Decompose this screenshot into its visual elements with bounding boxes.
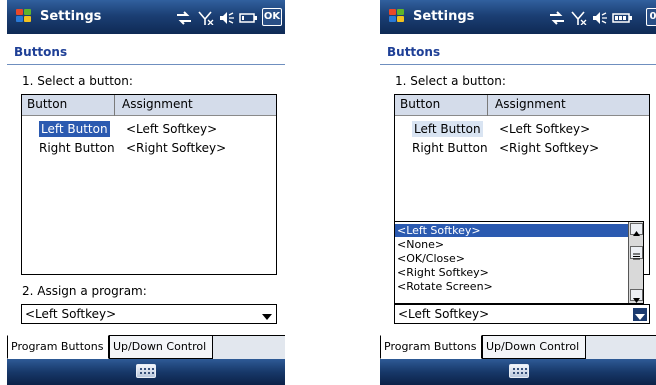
assign-program-label: 2. Assign a program: (22, 284, 147, 298)
chevron-down-icon[interactable] (633, 308, 647, 321)
windows-start-icon[interactable] (389, 9, 407, 25)
select-button-label: 1. Select a button: (395, 74, 506, 88)
row-assignment[interactable]: <Right Softkey> (126, 141, 226, 155)
volume-icon[interactable] (219, 10, 235, 24)
column-header-assignment[interactable]: Assignment (495, 97, 566, 111)
dropdown-scrollbar[interactable] (628, 222, 643, 303)
row-button-name[interactable]: Left Button (39, 121, 110, 137)
title-bar: Settings 0 (380, 0, 656, 34)
volume-icon[interactable] (592, 10, 608, 24)
column-header-button[interactable]: Button (27, 97, 67, 111)
dropdown-option[interactable]: <Rotate Screen> (395, 280, 645, 293)
dropdown-list[interactable]: <Left Softkey> <None> <OK/Close> <Right … (394, 221, 644, 304)
title-divider (380, 64, 656, 65)
row-assignment[interactable]: <Left Softkey> (499, 122, 590, 136)
column-header-assignment[interactable]: Assignment (122, 97, 193, 111)
ok-button[interactable]: OK (262, 8, 282, 26)
dropdown-option[interactable]: <Left Softkey> (395, 224, 628, 237)
column-separator[interactable] (114, 95, 115, 116)
column-header-button[interactable]: Button (400, 97, 440, 111)
window-title: Settings (40, 9, 102, 24)
signal-off-icon[interactable] (198, 10, 214, 26)
ok-button[interactable]: 0 (646, 8, 656, 26)
dropdown-value: <Left Softkey> (398, 307, 490, 321)
select-button-label: 1. Select a button: (22, 74, 133, 88)
signal-off-icon[interactable] (571, 10, 587, 26)
chevron-down-icon[interactable] (260, 308, 274, 321)
softkey-bar (7, 359, 285, 385)
dropdown-value: <Left Softkey> (25, 307, 117, 321)
scroll-down-icon[interactable] (630, 289, 643, 303)
row-assignment[interactable]: <Left Softkey> (126, 122, 217, 136)
scroll-thumb[interactable] (630, 246, 643, 260)
tab-program-buttons[interactable]: Program Buttons (7, 335, 109, 359)
windows-start-icon[interactable] (16, 9, 34, 25)
settings-screen-open: Settings 0 Buttons 1. Select a button: B… (380, 0, 656, 385)
scroll-up-icon[interactable] (630, 223, 643, 236)
dropdown-option[interactable]: <None> (395, 238, 645, 251)
assign-program-dropdown[interactable]: <Left Softkey> (21, 304, 277, 324)
tab-up-down-control[interactable]: Up/Down Control (482, 335, 586, 359)
assign-program-dropdown[interactable]: <Left Softkey> (394, 304, 650, 324)
table-header: Button Assignment (22, 95, 276, 116)
row-assignment[interactable]: <Right Softkey> (499, 141, 599, 155)
tab-program-buttons[interactable]: Program Buttons (380, 335, 482, 359)
connectivity-icon[interactable] (548, 10, 566, 25)
tab-strip: Program Buttons Up/Down Control (7, 335, 285, 359)
keyboard-icon[interactable] (136, 364, 156, 378)
title-divider (7, 64, 285, 65)
row-button-name[interactable]: Right Button (39, 141, 115, 155)
softkey-bar (380, 359, 656, 385)
tab-up-down-control[interactable]: Up/Down Control (109, 335, 213, 359)
keyboard-icon[interactable] (509, 364, 529, 378)
window-title: Settings (413, 9, 475, 24)
column-separator[interactable] (487, 95, 488, 116)
row-button-name[interactable]: Left Button (412, 121, 483, 137)
button-assignment-table: Button Assignment Left Button <Left Soft… (21, 94, 277, 275)
row-button-name[interactable]: Right Button (412, 141, 488, 155)
table-header: Button Assignment (395, 95, 649, 116)
connectivity-icon[interactable] (175, 10, 193, 25)
page-title: Buttons (14, 45, 68, 59)
title-bar: Settings OK (7, 0, 285, 34)
tab-strip: Program Buttons Up/Down Control (380, 335, 656, 359)
settings-screen-closed: Settings OK Buttons 1. Select a button: … (7, 0, 285, 385)
page-title: Buttons (387, 45, 441, 59)
battery-full-icon[interactable] (612, 10, 634, 24)
dropdown-option[interactable]: <OK/Close> (395, 252, 645, 265)
battery-low-icon[interactable] (239, 10, 259, 24)
dropdown-option[interactable]: <Right Softkey> (395, 266, 645, 279)
